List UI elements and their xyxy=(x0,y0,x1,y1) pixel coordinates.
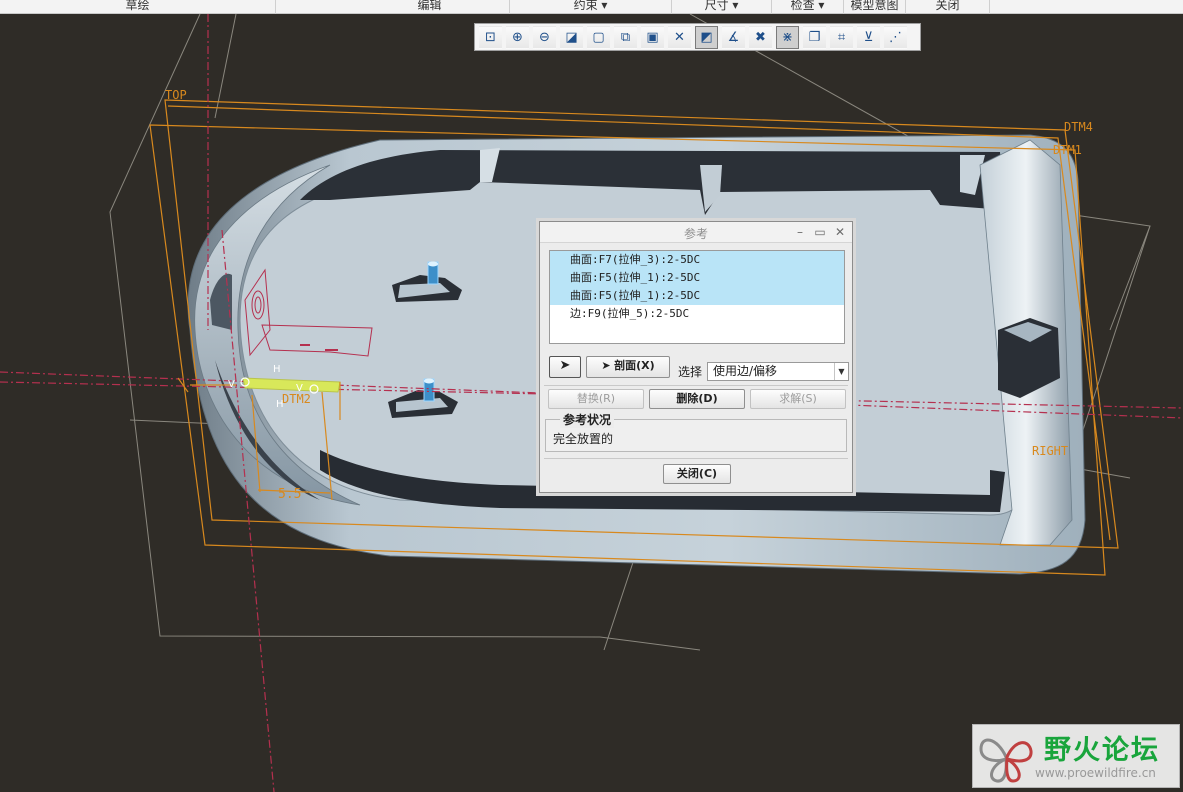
vertical-constraint-mark: V xyxy=(296,383,303,394)
list-item[interactable]: 曲面:F5(拉伸_1):2-5DC xyxy=(550,269,844,287)
replace-button[interactable]: 替换(R) xyxy=(548,389,644,409)
forum-watermark: 野火论坛 www.proewildfire.cn xyxy=(972,724,1180,788)
datum-label-right[interactable]: RIGHT xyxy=(1032,444,1068,458)
shading-icon[interactable]: ▢ xyxy=(587,25,610,49)
zoom-in-icon[interactable]: ⊕ xyxy=(506,25,529,49)
divider xyxy=(544,385,848,386)
chevron-down-icon[interactable]: ▼ xyxy=(834,363,848,380)
saved-views-icon[interactable]: ⧉ xyxy=(614,25,637,49)
vertex-display-icon[interactable]: ✖ xyxy=(749,25,772,49)
menu-sketch[interactable]: 草绘 xyxy=(0,0,276,14)
view-toolbar: ⊡ ⊕ ⊖ ◪ ▢ ⧉ ▣ ✕ ◩ ∡ ✖ ⋇ ❐ ⌗ ⊻ ⋰ xyxy=(474,23,921,51)
menu-close[interactable]: 关闭 xyxy=(906,0,990,14)
delete-button[interactable]: 删除(D) xyxy=(649,389,745,409)
menu-edit[interactable]: 编辑 xyxy=(350,0,510,14)
xsec-button-label: 剖面(X) xyxy=(614,359,655,372)
watermark-title: 野火论坛 xyxy=(1044,735,1160,766)
repaint-icon[interactable]: ◪ xyxy=(560,25,583,49)
select-value: 使用边/偏移 xyxy=(713,364,778,378)
list-item[interactable]: 曲面:F7(拉伸_3):2-5DC xyxy=(550,251,844,269)
constraint-display-icon[interactable]: ◩ xyxy=(695,25,718,49)
dialog-titlebar[interactable]: 参考 – ▭ ✕ xyxy=(540,222,852,243)
horizontal-constraint-mark: H xyxy=(273,364,281,375)
arrow-cursor-icon: ➤ xyxy=(559,358,571,373)
xsec-button[interactable]: ➤ 剖面(X) xyxy=(586,356,670,378)
select-dropdown[interactable]: 使用边/偏移 ▼ xyxy=(707,362,849,381)
pick-reference-button[interactable]: ➤ xyxy=(549,356,581,378)
grid-display-icon[interactable]: ⋇ xyxy=(776,25,799,49)
zoom-out-icon[interactable]: ⊖ xyxy=(533,25,556,49)
references-dialog: 参考 – ▭ ✕ 曲面:F7(拉伸_3):2-5DC 曲面:F5(拉伸_1):2… xyxy=(539,221,853,493)
horizontal-constraint-mark: H xyxy=(276,399,284,410)
datum-label-dtm4[interactable]: DTM4 xyxy=(1064,120,1093,134)
spin-center-icon[interactable]: ⊻ xyxy=(857,25,880,49)
datum-label-dtm1[interactable]: DTM1 xyxy=(1053,143,1082,157)
menu-constrain[interactable]: 约束 ▾ xyxy=(510,0,672,14)
annotation-display-icon[interactable]: ⌗ xyxy=(830,25,853,49)
reference-status-text: 完全放置的 xyxy=(553,432,614,446)
camera-icon[interactable]: ▣ xyxy=(641,25,664,49)
dimension-value[interactable]: 5.5 xyxy=(278,487,301,502)
datum-label-dtm2[interactable]: DTM2 xyxy=(282,392,311,406)
menu-inspect[interactable]: 检查 ▾ xyxy=(772,0,844,14)
watermark-url: www.proewildfire.cn xyxy=(1035,766,1156,780)
arrow-cursor-icon: ➤ xyxy=(601,359,615,372)
butterfly-logo-icon xyxy=(979,738,1033,783)
menu-dimension[interactable]: 尺寸 ▾ xyxy=(672,0,772,14)
select-label: 选择 xyxy=(678,365,703,379)
minimize-icon[interactable]: – xyxy=(792,224,808,240)
dimension-display-icon[interactable]: ✕ xyxy=(668,25,691,49)
layer-icon[interactable]: ❐ xyxy=(803,25,826,49)
references-list[interactable]: 曲面:F7(拉伸_3):2-5DC 曲面:F5(拉伸_1):2-5DC 曲面:F… xyxy=(549,250,845,344)
menu-model-intent[interactable]: 模型意图 xyxy=(844,0,906,14)
divider xyxy=(544,458,848,459)
list-item[interactable]: 边:F9(拉伸_5):2-5DC xyxy=(550,305,844,323)
datum-point-icon[interactable]: ⋰ xyxy=(884,25,907,49)
vertical-constraint-mark: V xyxy=(228,379,235,390)
reference-status-title: 参考状况 xyxy=(560,411,615,428)
maximize-icon[interactable]: ▭ xyxy=(812,224,828,240)
close-icon[interactable]: ✕ xyxy=(832,224,848,240)
refit-icon[interactable]: ⊡ xyxy=(479,25,502,49)
list-item[interactable]: 曲面:F5(拉伸_1):2-5DC xyxy=(550,287,844,305)
solve-button[interactable]: 求解(S) xyxy=(750,389,846,409)
datum-label-top[interactable]: TOP xyxy=(165,88,187,102)
reference-status-group: 参考状况 完全放置的 xyxy=(545,411,847,452)
close-button[interactable]: 关闭(C) xyxy=(663,464,731,484)
sketch-menu-bar: 草绘 编辑 约束 ▾ 尺寸 ▾ 检查 ▾ 模型意图 关闭 xyxy=(0,0,1183,14)
sketch-orientation-icon[interactable]: ∡ xyxy=(722,25,745,49)
